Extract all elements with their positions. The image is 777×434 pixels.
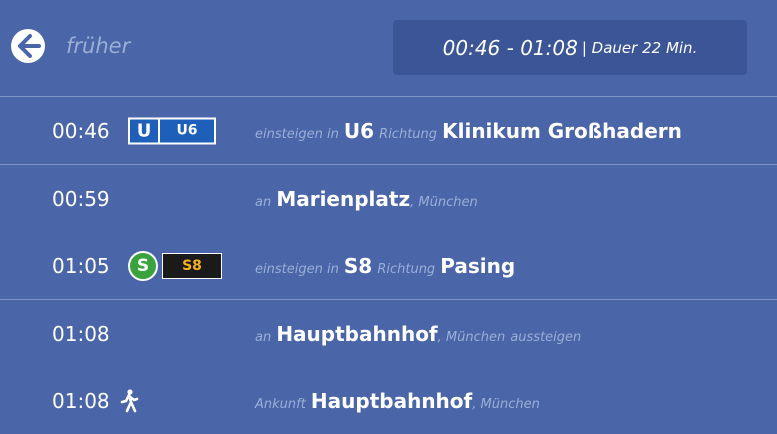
city-name: , München [410, 194, 478, 210]
route-header: früher 00:46 - 01:08 | Dauer 22 Min. [0, 0, 777, 96]
station-name: Hauptbahnhof [276, 321, 438, 346]
leg-row[interactable]: 01:08 an Hauptbahnhof, München aussteige… [0, 300, 777, 367]
arrival-time: 01:08 [52, 388, 110, 413]
city-name: , München [472, 396, 540, 412]
direction-name: Klinikum Großhadern [442, 118, 682, 143]
leg-row[interactable]: 01:05 S S8 einsteigen in S8 Richtung Pas… [0, 232, 777, 299]
action-text: an [255, 329, 272, 345]
sbahn-badge: S S8 [128, 250, 222, 281]
departure-time: 01:05 [52, 253, 110, 278]
line-name: S8 [343, 253, 373, 278]
leg-info: einsteigen in U6 Richtung Klinikum Großh… [255, 119, 682, 143]
action-text: einsteigen in [255, 261, 339, 277]
back-arrow-icon[interactable] [10, 28, 46, 64]
leg-row[interactable]: 00:46 U U6 einsteigen in U6 Richtung Kli… [0, 97, 777, 164]
leg-info: an Marienplatz, München [255, 187, 478, 211]
line-name: U6 [343, 118, 375, 143]
station-name: Hauptbahnhof [310, 388, 473, 413]
direction-word: Richtung [379, 126, 438, 142]
ubahn-badge: U U6 [128, 117, 216, 144]
walking-person-icon [120, 388, 139, 412]
ubahn-icon: U [130, 119, 158, 142]
leg-info: einsteigen in S8 Richtung Pasing [255, 254, 515, 278]
departure-time: 00:46 [52, 118, 110, 143]
leg-row[interactable]: 01:08 Ankunft Hauptbahnhof, München [0, 367, 777, 434]
arrival-time: 01:08 [52, 321, 110, 346]
trip-times: 00:46 - 01:08 [442, 35, 578, 60]
direction-name: Pasing [440, 253, 516, 278]
leg-row[interactable]: 00:59 an Marienplatz, München [0, 165, 777, 232]
action-text: an [255, 194, 272, 210]
earlier-link[interactable]: früher [66, 34, 130, 58]
direction-word: Richtung [377, 261, 436, 277]
trip-duration: | Dauer 22 Min. [581, 38, 698, 57]
trip-summary[interactable]: 00:46 - 01:08 | Dauer 22 Min. [393, 20, 747, 75]
action-text: Ankunft [255, 396, 306, 412]
exit-text: aussteigen [510, 329, 582, 345]
arrival-time: 00:59 [52, 186, 110, 211]
sbahn-icon: S [128, 250, 158, 281]
leg-info: Ankunft Hauptbahnhof, München [255, 389, 540, 413]
leg-info: an Hauptbahnhof, München aussteigen [255, 322, 581, 346]
city-name: , München [437, 329, 506, 345]
action-text: einsteigen in [255, 126, 339, 142]
line-label: S8 [162, 252, 222, 279]
line-label: U6 [160, 119, 214, 142]
station-name: Marienplatz [276, 186, 411, 211]
